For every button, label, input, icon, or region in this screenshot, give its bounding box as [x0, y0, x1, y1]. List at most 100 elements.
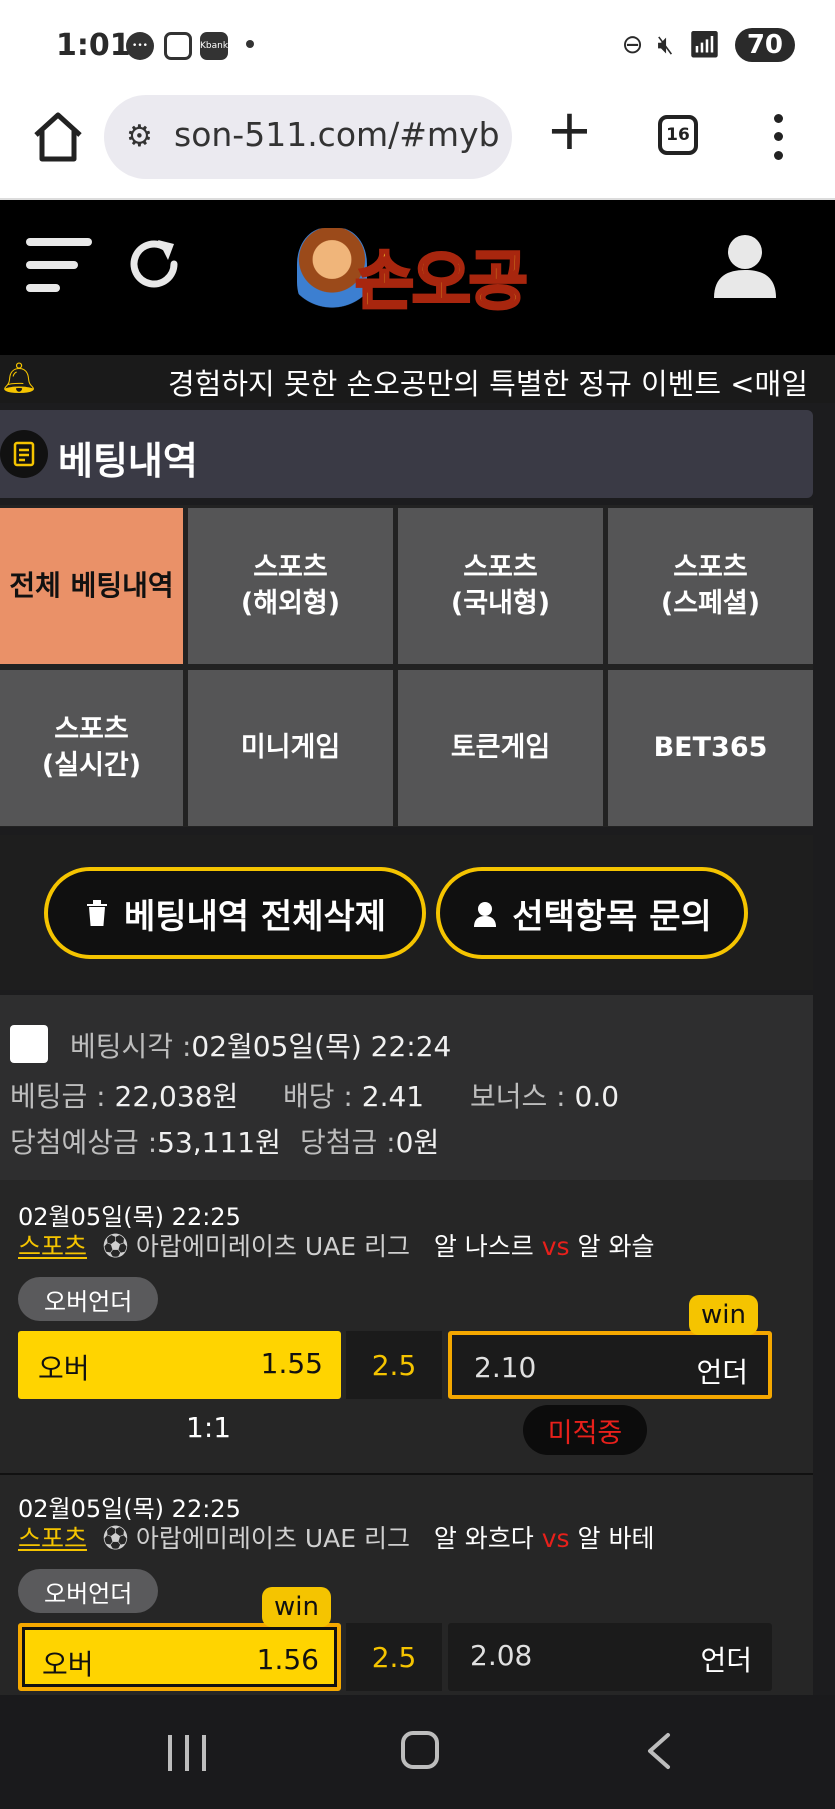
match-item: 02월05일(목) 22:25 스포츠 ⚽︎ 아랍에미레이츠 UAE 리그 알 …	[0, 1185, 813, 1465]
under-odds-value: 2.10	[474, 1351, 537, 1384]
tab-sports-special[interactable]: 스포츠 (스페셜)	[608, 508, 813, 664]
bet-time-value: 02월05일(목) 22:24	[191, 1030, 452, 1063]
win-badge: win	[689, 1295, 758, 1335]
mute-icon: 🔇︎	[657, 29, 674, 60]
recent-apps-icon[interactable]	[168, 1735, 206, 1771]
bet-select-checkbox[interactable]	[10, 1025, 48, 1063]
tab-bet365[interactable]: BET365	[608, 670, 813, 826]
bet-expected-win: 당첨예상금 :53,111원	[10, 1121, 281, 1161]
trash-icon	[86, 900, 107, 926]
receipt-icon	[0, 430, 48, 478]
instagram-icon	[164, 32, 192, 60]
league-name: 아랍에미레이츠 UAE 리그	[135, 1524, 410, 1553]
bet-win-label: 당첨금 :	[300, 1126, 396, 1159]
under-odds-button: 2.10 언더	[448, 1331, 772, 1399]
bell-icon: 🔔︎	[0, 361, 39, 396]
bet-time: 베팅시각 :02월05일(목) 22:24	[70, 1025, 451, 1065]
bet-amount-value: 22,038원	[114, 1080, 239, 1113]
notice-marquee: 🔔︎ 경험하지 못한 손오공만의 특별한 정규 이벤트 <매일	[0, 355, 835, 403]
home-team: 알 나스르	[433, 1232, 534, 1261]
tab-label: 토큰게임	[450, 732, 551, 763]
match-league: 스포츠 ⚽︎ 아랍에미레이츠 UAE 리그 알 나스르 vs 알 와슬	[18, 1227, 654, 1263]
delete-all-history-button[interactable]: 베팅내역 전체삭제	[44, 867, 426, 959]
match-item: 02월05일(목) 22:25 스포츠 ⚽︎ 아랍에미레이츠 UAE 리그 알 …	[0, 1477, 813, 1695]
match-divider	[0, 1473, 813, 1475]
home-icon[interactable]	[30, 109, 86, 165]
bet-time-label: 베팅시각 :	[70, 1030, 192, 1063]
bet-bonus: 보너스 : 0.0	[470, 1075, 619, 1115]
home-team: 알 와흐다	[433, 1524, 534, 1553]
site-logo[interactable]: 손오공	[285, 222, 535, 322]
over-label: 오버	[38, 1352, 90, 1385]
new-tab-icon[interactable]: +	[546, 103, 593, 159]
bet-bonus-label: 보너스 :	[470, 1080, 566, 1113]
match-league: 스포츠 ⚽︎ 아랍에미레이츠 UAE 리그 알 와흐다 vs 알 바테	[18, 1519, 654, 1555]
tab-label: 스포츠 (국내형)	[450, 552, 551, 619]
line-value: 2.5	[346, 1331, 442, 1399]
away-team: 알 바테	[577, 1524, 655, 1553]
under-odds-button: 2.08 언더	[448, 1623, 772, 1691]
logo-text: 손오공	[354, 244, 530, 321]
address-bar[interactable]: ⚙︎ son-511.com/#mybet	[104, 95, 512, 179]
kbank-icon: Kbank	[200, 32, 228, 60]
battery-indicator: 70	[734, 28, 795, 62]
over-odds-value: 1.56	[256, 1643, 319, 1676]
home-button-icon[interactable]	[401, 1731, 439, 1769]
bet-amount-label: 베팅금 :	[10, 1080, 106, 1113]
bet-odds: 배당 : 2.41	[283, 1075, 424, 1115]
under-label: 언더	[700, 1644, 752, 1677]
under-odds-value: 2.08	[470, 1639, 533, 1672]
league-name: 아랍에미레이츠 UAE 리그	[135, 1232, 410, 1261]
under-label: 언더	[696, 1356, 748, 1389]
bet-odds-label: 배당 :	[283, 1080, 353, 1113]
over-odds-button: 오버 1.55	[18, 1331, 341, 1399]
vs-label: vs	[541, 1232, 570, 1261]
bet-bonus-value: 0.0	[574, 1080, 620, 1113]
win-badge: win	[262, 1587, 331, 1627]
match-category[interactable]: 스포츠	[18, 1232, 87, 1261]
back-icon[interactable]	[640, 1731, 676, 1771]
tab-label: 스포츠 (실시간)	[41, 714, 142, 781]
delete-all-label: 베팅내역 전체삭제	[123, 896, 387, 937]
user-profile-icon[interactable]	[708, 228, 782, 302]
site-settings-icon[interactable]: ⚙︎	[126, 119, 153, 154]
system-navigation-bar	[0, 1695, 835, 1809]
inquiry-label: 선택항목 문의	[512, 896, 712, 937]
tab-label: 미니게임	[240, 732, 341, 763]
tab-minigame[interactable]: 미니게임	[188, 670, 393, 826]
over-odds-button: 오버 1.56	[18, 1623, 341, 1691]
tab-all-bets[interactable]: 전체 베팅내역	[0, 508, 183, 664]
tab-sports-overseas[interactable]: 스포츠 (해외형)	[188, 508, 393, 664]
tab-label: 스포츠 (해외형)	[240, 552, 341, 619]
wifi-icon: 📶︎	[687, 30, 721, 60]
marquee-text: 경험하지 못한 손오공만의 특별한 정규 이벤트 <매일	[168, 367, 808, 401]
bet-expected-label: 당첨예상금 :	[10, 1126, 158, 1159]
more-notifications-dot	[246, 40, 254, 48]
market-type-badge: 오버언더	[18, 1277, 159, 1321]
tab-switcher-button[interactable]: 16	[658, 115, 698, 155]
match-category[interactable]: 스포츠	[18, 1524, 87, 1553]
refresh-icon[interactable]	[124, 234, 184, 294]
inquiry-selected-button[interactable]: 선택항목 문의	[436, 867, 748, 959]
page-title-bar: 베팅내역	[0, 410, 813, 498]
tab-token-game[interactable]: 토큰게임	[398, 670, 603, 826]
bet-win-amount: 당첨금 :0원	[300, 1121, 439, 1161]
away-team: 알 와슬	[577, 1232, 655, 1261]
tab-label: BET365	[653, 732, 768, 763]
market-type-badge: 오버언더	[18, 1569, 159, 1613]
tab-sports-live[interactable]: 스포츠 (실시간)	[0, 670, 183, 826]
soccer-ball-icon: ⚽︎	[102, 1524, 128, 1553]
line-value: 2.5	[346, 1623, 442, 1691]
browser-toolbar: ⚙︎ son-511.com/#mybet + 16	[0, 95, 835, 200]
bet-amount: 베팅금 : 22,038원	[10, 1075, 238, 1115]
vs-label: vs	[541, 1524, 570, 1553]
page-title: 베팅내역	[58, 439, 198, 483]
more-menu-icon[interactable]	[768, 109, 788, 165]
chat-icon: •••	[126, 32, 154, 60]
hamburger-menu-icon[interactable]	[26, 238, 92, 296]
url-text[interactable]: son-511.com/#mybet	[174, 115, 500, 154]
tab-sports-domestic[interactable]: 스포츠 (국내형)	[398, 508, 603, 664]
bet-category-tabs: 전체 베팅내역 스포츠 (해외형) 스포츠 (국내형) 스포츠 (스페셜) 스포…	[0, 505, 813, 827]
support-agent-icon	[474, 902, 497, 927]
match-score: 1:1	[186, 1411, 232, 1444]
